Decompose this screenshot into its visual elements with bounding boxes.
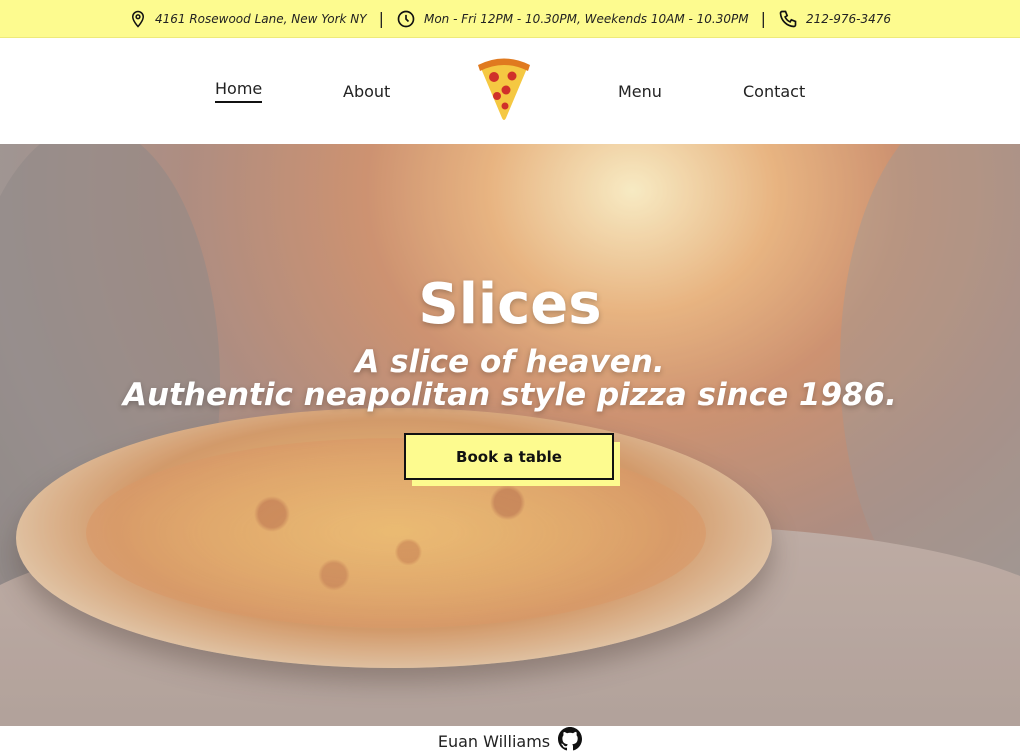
book-table-button[interactable]: Book a table: [404, 433, 614, 480]
address-item: 4161 Rosewood Lane, New York NY: [129, 10, 367, 28]
separator: |: [378, 9, 384, 28]
phone-icon: [778, 9, 798, 29]
footer: Euan Williams: [0, 726, 1020, 756]
github-icon[interactable]: [558, 727, 583, 755]
book-table-wrapper: Book a table: [404, 433, 622, 487]
clock-icon: [396, 9, 416, 29]
footer-author: Euan Williams: [437, 731, 551, 751]
separator: |: [760, 9, 766, 28]
nav-menu-link[interactable]: Menu: [618, 82, 662, 101]
nav-contact-link[interactable]: Contact: [743, 82, 805, 101]
info-bar: 4161 Rosewood Lane, New York NY | Mon - …: [0, 0, 1020, 38]
map-pin-icon: [129, 10, 147, 28]
nav-home-link[interactable]: Home: [215, 79, 263, 103]
tagline-line-1: A slice of heaven.: [355, 344, 665, 380]
hero-tagline: A slice of heaven. Authentic neapolitan …: [0, 346, 1020, 412]
phone-item[interactable]: 212-976-3476: [778, 9, 891, 29]
hero-section: Slices A slice of heaven. Authentic neap…: [0, 144, 1020, 726]
main-nav: Home About Menu Contact: [0, 38, 1020, 144]
hours-item: Mon - Fri 12PM - 10.30PM, Weekends 10AM …: [396, 9, 749, 29]
hero-title: Slices: [418, 272, 602, 337]
hours-text: Mon - Fri 12PM - 10.30PM, Weekends 10AM …: [423, 11, 749, 26]
phone-text[interactable]: 212-976-3476: [806, 12, 891, 26]
nav-about-link[interactable]: About: [343, 82, 390, 101]
tagline-line-2: Authentic neapolitan style pizza since 1…: [123, 377, 897, 413]
pizza-slice-icon[interactable]: [474, 56, 534, 124]
address-text: 4161 Rosewood Lane, New York NY: [154, 11, 367, 26]
